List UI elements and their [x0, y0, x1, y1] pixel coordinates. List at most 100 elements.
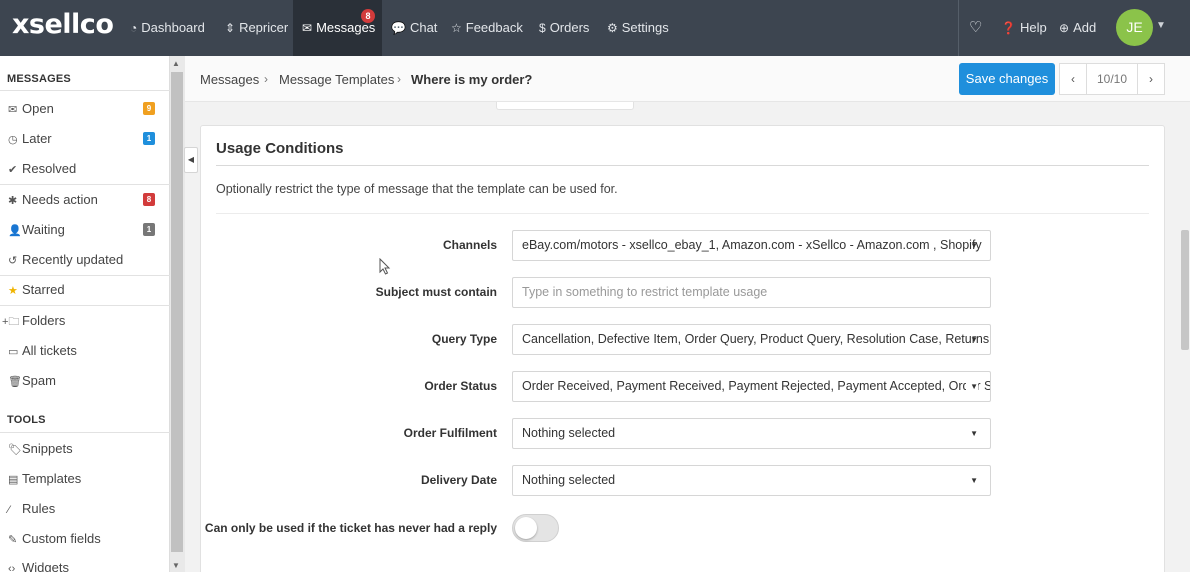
tray-icon: ▭ [8, 346, 19, 358]
query-type-label: Query Type [431, 332, 497, 346]
sidebar-item-resolved[interactable]: ✔ Resolved [0, 154, 170, 184]
order-status-select[interactable]: Order Received, Payment Received, Paymen… [512, 371, 991, 402]
nav-orders[interactable]: $ Orders [539, 0, 589, 56]
toggle-knob [515, 517, 537, 539]
save-button[interactable]: Save changes [959, 63, 1055, 95]
sidebar-item-open[interactable]: ✉ Open 9 [0, 94, 170, 124]
envelope-icon: ✉ [302, 21, 313, 35]
sidebar-item-rules[interactable]: ⁄ Rules [0, 494, 170, 524]
sidebar-item-custom-fields[interactable]: ✎ Custom fields [0, 524, 170, 554]
page-scrollbar-thumb[interactable] [1181, 230, 1189, 350]
asterisk-icon: ✱ [8, 195, 18, 207]
breadcrumb-message-templates[interactable]: Message Templates [279, 72, 394, 87]
sidebar: MESSAGES ✉ Open 9 ◷ Later 1 ✔ Resolved ✱ Nee… [0, 56, 170, 572]
scroll-down-icon[interactable]: ▼ [172, 561, 180, 570]
nav-repricer[interactable]: ⇕ Repricer [225, 0, 288, 56]
nav-feedback[interactable]: ☆ Feedback [451, 0, 523, 56]
chevron-right-icon: › [397, 72, 401, 86]
inbox-icon: ✉ [8, 104, 18, 116]
sidebar-item-later[interactable]: ◷ Later 1 [0, 124, 170, 154]
chevron-down-icon[interactable]: ▼ [1156, 20, 1166, 31]
nav-settings[interactable]: ⚙ Settings [607, 0, 669, 56]
caret-down-icon: ▼ [970, 476, 978, 485]
gear-icon: ⚙ [607, 21, 618, 35]
sidebar-item-spam[interactable]: 🗑Spam [0, 366, 170, 396]
sidebar-item-recently-updated[interactable]: ↺ Recently updated [0, 245, 170, 275]
caret-down-icon: ▼ [970, 335, 978, 344]
user-icon: 👤 [8, 225, 22, 237]
collapse-sidebar-button[interactable]: ◀ [184, 147, 198, 173]
status-badge: 1 [143, 132, 155, 145]
nav-add[interactable]: ⊕ Add [1059, 0, 1096, 56]
sidebar-heading-messages: MESSAGES [7, 73, 71, 85]
code-icon: ‹› [8, 563, 16, 572]
breadcrumb-messages[interactable]: Messages [200, 72, 259, 87]
page-indicator: 10/10 [1086, 63, 1138, 95]
subject-label: Subject must contain [375, 285, 497, 299]
divider [216, 165, 1149, 166]
nav-help[interactable]: ❓ Help [1001, 0, 1047, 56]
wand-icon: ⁄ [8, 504, 10, 516]
next-page-button[interactable]: › [1137, 63, 1165, 95]
star-icon: ☆ [451, 21, 462, 35]
chat-icon: 💬 [391, 21, 406, 35]
avatar[interactable]: JE [1116, 9, 1153, 46]
status-badge: 8 [143, 193, 155, 206]
tag-icon: 🏷 [8, 444, 22, 456]
top-navbar: xsellco ◔ Dashboard ⇕ Repricer ✉ Messages 8… [0, 0, 1190, 56]
dollar-icon: $ [539, 21, 546, 35]
check-icon: ✔ [8, 164, 18, 176]
never-replied-toggle[interactable] [512, 514, 559, 542]
sidebar-heading-tools: TOOLS [7, 414, 46, 426]
sidebar-item-needs-action[interactable]: ✱ Needs action 8 [0, 185, 170, 215]
query-type-select[interactable]: Cancellation, Defective Item, Order Quer… [512, 324, 991, 355]
sidebar-item-snippets[interactable]: 🏷Snippets [0, 434, 170, 464]
caret-down-icon: ▼ [970, 241, 978, 250]
sidebar-item-templates[interactable]: ▤ Templates [0, 464, 170, 494]
delivery-date-label: Delivery Date [420, 473, 497, 487]
chevron-left-icon: ‹ [1071, 72, 1075, 86]
breadcrumb-current: Where is my order? [411, 72, 533, 87]
delivery-date-select[interactable]: Nothing selected ▼ [512, 465, 991, 496]
panel-title: Usage Conditions [216, 140, 344, 157]
star-icon: ★ [8, 285, 18, 297]
scroll-up-icon[interactable]: ▲ [172, 59, 180, 68]
sidebar-item-all-tickets[interactable]: ▭ All tickets [0, 336, 170, 366]
repricer-icon: ⇕ [225, 21, 236, 35]
chevron-right-icon: › [264, 72, 268, 86]
app-logo[interactable]: xsellco [12, 9, 114, 40]
order-fulfilment-select[interactable]: Nothing selected ▼ [512, 418, 991, 449]
divider [0, 432, 170, 433]
status-badge: 9 [143, 102, 155, 115]
panel-description: Optionally restrict the type of message … [216, 182, 618, 196]
nav-chat[interactable]: 💬 Chat [391, 0, 437, 56]
sidebar-item-widgets[interactable]: ‹› Widgets [0, 553, 170, 572]
channels-select[interactable]: eBay.com/motors - xsellco_ebay_1, Amazon… [512, 230, 991, 261]
nav-messages[interactable]: ✉ Messages 8 [293, 0, 382, 56]
sidebar-item-starred[interactable]: ★ Starred [0, 275, 170, 305]
divider [0, 90, 170, 91]
caret-down-icon: ▼ [966, 372, 978, 401]
clock-icon: ◷ [8, 134, 18, 146]
sidebar-scrollbar-thumb[interactable] [171, 72, 183, 552]
heart-icon[interactable]: ♡ [969, 0, 982, 56]
dashboard-icon: ◔ [130, 21, 138, 35]
prev-page-button[interactable]: ‹ [1059, 63, 1087, 95]
caret-down-icon: ▼ [970, 429, 978, 438]
order-status-label: Order Status [424, 379, 497, 393]
file-icon: ▤ [8, 474, 19, 486]
folder-plus-icon: +🗀 [2, 316, 20, 328]
channels-label: Channels [442, 238, 497, 252]
sidebar-item-folders[interactable]: +🗀 Folders [0, 306, 170, 336]
status-badge: 1 [143, 223, 155, 236]
edit-icon: ✎ [8, 534, 18, 546]
never-replied-label: Can only be used if the ticket has never… [204, 521, 497, 535]
navbar-divider [958, 0, 959, 56]
history-icon: ↺ [8, 255, 18, 267]
mouse-cursor-icon [379, 258, 391, 275]
nav-dashboard[interactable]: ◔ Dashboard [130, 0, 205, 56]
subject-input[interactable]: Type in something to restrict template u… [512, 277, 991, 308]
trash-icon: 🗑 [8, 376, 22, 388]
sidebar-item-waiting[interactable]: 👤Waiting 1 [0, 215, 170, 245]
chevron-right-icon: › [1149, 72, 1153, 86]
